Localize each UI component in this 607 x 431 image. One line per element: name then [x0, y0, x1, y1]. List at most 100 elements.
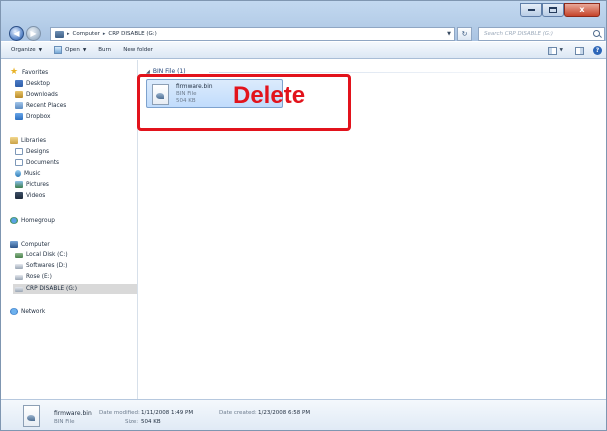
nav-crp-disable-g[interactable]: CRP DISABLE (G:)	[13, 284, 137, 294]
organize-button[interactable]: Organize ▼	[11, 47, 42, 53]
nav-designs[interactable]: Designs	[15, 148, 49, 155]
nav-softwares-d[interactable]: Softwares (D:)	[15, 263, 67, 269]
details-file-type: BIN File	[54, 419, 75, 425]
annotation-delete-label: Delete	[233, 82, 306, 109]
preview-pane-icon[interactable]	[575, 46, 584, 55]
address-dropdown-icon[interactable]: ▼	[447, 31, 451, 37]
nav-libraries-label: Libraries	[21, 137, 47, 144]
favorites-star-icon: ★	[10, 67, 19, 77]
network-icon	[10, 308, 18, 315]
details-date-modified-value: 1/11/2008 1:49 PM	[141, 410, 194, 416]
nav-network[interactable]: Network	[10, 308, 45, 315]
nav-videos[interactable]: Videos	[15, 192, 45, 199]
details-date-created-label: Date created:	[219, 410, 257, 416]
nav-documents[interactable]: Documents	[15, 159, 59, 166]
desktop-icon	[15, 80, 23, 87]
burn-button[interactable]: Burn	[98, 47, 111, 53]
open-button[interactable]: Open ▼	[54, 46, 86, 54]
search-box[interactable]: Search CRP DISABLE (G:)	[478, 27, 605, 41]
help-icon[interactable]: ?	[593, 46, 602, 55]
details-size-value: 504 KB	[141, 419, 161, 425]
navigation-pane: ★ Favorites Desktop Downloads Recent Pla…	[1, 60, 138, 399]
videos-icon	[15, 192, 23, 199]
nav-music[interactable]: Music	[15, 170, 41, 177]
details-file-name: firmware.bin	[54, 410, 92, 417]
computer-icon	[10, 241, 18, 248]
chevron-down-icon: ▼	[82, 47, 87, 53]
nav-designs-label: Designs	[26, 148, 50, 155]
nav-homegroup[interactable]: Homegroup	[10, 217, 55, 224]
nav-favorites-label: Favorites	[22, 69, 49, 76]
new-folder-label: New folder	[123, 47, 153, 53]
homegroup-icon	[10, 217, 18, 224]
breadcrumb-separator-icon: ▸	[67, 31, 70, 37]
computer-icon	[55, 30, 64, 38]
nav-desktop-label: Desktop	[26, 80, 50, 87]
arrow-left-icon: ◀	[13, 28, 20, 38]
caption-buttons: x	[520, 3, 600, 17]
breadcrumb-drive[interactable]: CRP DISABLE (G:)	[108, 31, 156, 37]
nav-desktop[interactable]: Desktop	[15, 80, 50, 87]
close-icon: x	[579, 5, 585, 14]
nav-dropbox[interactable]: Dropbox	[15, 113, 50, 120]
breadcrumb-computer[interactable]: Computer	[73, 31, 100, 37]
bin-file-icon	[23, 405, 40, 427]
recent-places-icon	[15, 102, 23, 109]
downloads-icon	[15, 91, 23, 98]
explorer-window: x ◀ ▶ ▸ Computer ▸ CRP DISABLE (G:) ▼ ↻ …	[0, 0, 607, 431]
maximize-icon	[549, 7, 557, 13]
music-icon	[15, 170, 21, 177]
open-label: Open	[65, 47, 80, 53]
arrow-right-icon: ▶	[30, 28, 37, 38]
search-input[interactable]: Search CRP DISABLE (G:)	[484, 31, 553, 37]
address-bar[interactable]: ▸ Computer ▸ CRP DISABLE (G:) ▼	[50, 27, 455, 41]
minimize-icon	[527, 9, 535, 11]
details-pane: firmware.bin BIN File Date modified: 1/1…	[1, 399, 606, 430]
nav-documents-label: Documents	[26, 159, 60, 166]
nav-homegroup-label: Homegroup	[21, 217, 55, 224]
nav-pictures[interactable]: Pictures	[15, 181, 49, 188]
forward-button[interactable]: ▶	[26, 26, 41, 41]
nav-rose-e[interactable]: Rose (E:)	[15, 274, 52, 280]
maximize-button[interactable]	[542, 3, 564, 17]
nav-local-disk-label: Local Disk (C:)	[26, 252, 68, 258]
details-size-label: Size:	[125, 419, 139, 425]
new-folder-button[interactable]: New folder	[123, 47, 153, 53]
nav-crp-disable-label: CRP DISABLE (G:)	[26, 286, 78, 292]
nav-libraries[interactable]: Libraries	[10, 137, 46, 144]
nav-pictures-label: Pictures	[26, 181, 49, 188]
refresh-icon: ↻	[461, 30, 468, 38]
removable-drive-icon	[15, 286, 23, 292]
nav-computer[interactable]: Computer	[10, 241, 50, 248]
nav-softwares-label: Softwares (D:)	[26, 263, 68, 269]
open-icon	[54, 46, 63, 54]
designs-folder-icon	[15, 148, 23, 155]
dropbox-icon	[15, 113, 23, 120]
pictures-icon	[15, 181, 23, 188]
libraries-icon	[10, 137, 18, 144]
details-date-modified-label: Date modified:	[99, 410, 140, 416]
minimize-button[interactable]	[520, 3, 542, 17]
chevron-down-icon: ▼	[38, 47, 43, 53]
change-view-icon[interactable]	[547, 46, 557, 55]
refresh-button[interactable]: ↻	[457, 27, 472, 41]
local-disk-icon	[15, 252, 23, 258]
nav-videos-label: Videos	[26, 192, 46, 199]
nav-downloads[interactable]: Downloads	[15, 91, 58, 98]
nav-rose-label: Rose (E:)	[26, 274, 52, 280]
nav-local-disk-c[interactable]: Local Disk (C:)	[15, 252, 68, 258]
group-divider	[209, 72, 599, 73]
drive-icon	[15, 263, 23, 269]
nav-recent-places-label: Recent Places	[26, 102, 67, 109]
close-button[interactable]: x	[564, 3, 600, 17]
nav-favorites[interactable]: ★ Favorites	[10, 67, 49, 77]
nav-network-label: Network	[21, 308, 46, 315]
chevron-down-icon[interactable]: ▼	[560, 48, 563, 53]
nav-recent-places[interactable]: Recent Places	[15, 102, 66, 109]
back-button[interactable]: ◀	[9, 26, 24, 41]
view-controls: ▼ ?	[547, 42, 606, 59]
nav-music-label: Music	[24, 170, 41, 177]
search-icon[interactable]	[593, 30, 600, 37]
documents-icon	[15, 159, 23, 166]
drive-icon	[15, 274, 23, 280]
